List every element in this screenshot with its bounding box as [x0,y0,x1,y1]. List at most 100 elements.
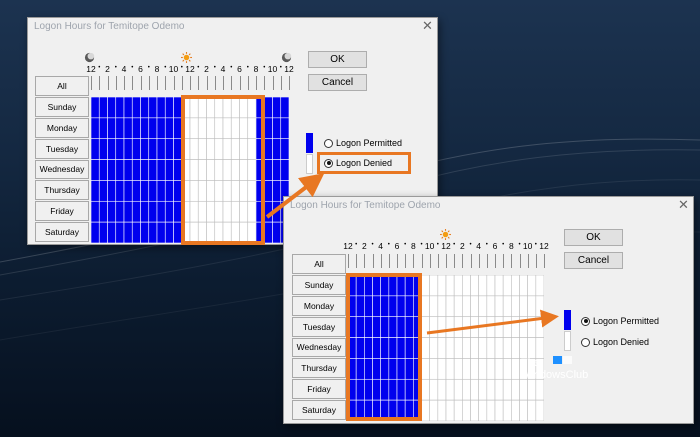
hour-cell[interactable] [486,316,496,338]
hour-cell[interactable] [156,200,166,223]
hour-cell[interactable] [429,295,439,318]
hour-column-tick[interactable] [535,254,537,268]
hour-column-tick[interactable] [272,76,274,90]
hour-cell[interactable] [164,221,174,243]
day-button-saturday[interactable]: Saturday [35,222,89,242]
hour-cell[interactable] [131,97,141,119]
hour-cell[interactable] [462,358,471,380]
logon-denied-radio[interactable]: Logon Denied [581,337,649,347]
hour-cell[interactable] [445,358,455,380]
hour-cell[interactable] [511,399,520,421]
hour-cell[interactable] [123,138,133,160]
hour-cell[interactable] [98,117,108,140]
hour-cell[interactable] [502,316,512,338]
hour-cell[interactable] [164,138,174,160]
hour-column-tick[interactable] [173,76,175,90]
hour-cell[interactable] [453,337,463,359]
hour-cell[interactable] [156,159,166,181]
hour-cell[interactable] [148,138,158,160]
hour-column-tick[interactable] [437,254,439,268]
hour-cell[interactable] [535,316,544,338]
hour-cell[interactable] [91,97,100,119]
hour-cell[interactable] [478,275,488,297]
hour-cell[interactable] [148,200,158,223]
hour-cell[interactable] [511,337,520,359]
hour-cell[interactable] [156,117,166,140]
hour-column-tick[interactable] [421,254,423,268]
hour-cell[interactable] [131,117,141,140]
hour-cell[interactable] [453,358,463,380]
hour-cell[interactable] [494,337,504,359]
hour-cell[interactable] [437,316,447,338]
hour-cell[interactable] [140,200,150,223]
hour-cell[interactable] [527,275,537,297]
hour-cell[interactable] [164,200,174,223]
hour-cell[interactable] [437,378,447,401]
hour-cell[interactable] [263,117,273,140]
hour-cell[interactable] [502,399,512,421]
hour-column-tick[interactable] [115,76,117,90]
day-button-monday[interactable]: Monday [292,295,346,316]
hour-cell[interactable] [91,159,100,181]
hour-cell[interactable] [429,399,439,421]
hour-cell[interactable] [429,275,439,297]
hour-cell[interactable] [462,275,471,297]
hour-cell[interactable] [478,378,488,401]
hour-cell[interactable] [470,378,479,401]
day-button-sunday[interactable]: Sunday [35,97,89,117]
hour-cell[interactable] [263,221,273,243]
hour-cell[interactable] [91,117,100,140]
hour-column-tick[interactable] [289,76,290,90]
hour-cell[interactable] [494,399,504,421]
hour-cell[interactable] [445,399,455,421]
hour-cell[interactable] [486,378,496,401]
hour-cell[interactable] [148,159,158,181]
hour-cell[interactable] [131,180,141,202]
hour-cell[interactable] [519,337,528,359]
hour-cell[interactable] [115,180,125,202]
hour-cell[interactable] [486,275,496,297]
hour-cell[interactable] [486,358,496,380]
ok-button[interactable]: OK [308,51,367,68]
hour-cell[interactable] [280,138,289,160]
hour-cell[interactable] [98,138,108,160]
hour-cell[interactable] [115,159,125,181]
hour-cell[interactable] [470,316,479,338]
hour-cell[interactable] [478,358,488,380]
hour-column-tick[interactable] [429,254,431,268]
hour-cell[interactable] [519,399,528,421]
hour-cell[interactable] [511,316,520,338]
hour-cell[interactable] [164,97,174,119]
hour-column-tick[interactable] [364,254,366,268]
hour-cell[interactable] [115,221,125,243]
hour-cell[interactable] [421,399,430,421]
hour-cell[interactable] [527,399,537,421]
hour-cell[interactable] [535,378,544,401]
hour-cell[interactable] [502,358,512,380]
hour-cell[interactable] [164,180,174,202]
hour-cell[interactable] [91,180,100,202]
hour-cell[interactable] [527,295,537,318]
hour-column-tick[interactable] [256,76,257,90]
hour-column-tick[interactable] [397,254,398,268]
hour-cell[interactable] [280,117,289,140]
hour-cell[interactable] [272,117,282,140]
day-button-friday[interactable]: Friday [292,379,346,400]
hour-column-tick[interactable] [372,254,374,268]
hour-cell[interactable] [115,138,125,160]
hour-cell[interactable] [107,117,117,140]
hour-cell[interactable] [98,180,108,202]
hour-cell[interactable] [156,138,166,160]
hour-cell[interactable] [478,316,488,338]
hour-cell[interactable] [429,337,439,359]
hour-column-tick[interactable] [519,254,521,268]
hour-column-tick[interactable] [380,254,382,268]
day-button-saturday[interactable]: Saturday [292,400,346,420]
hour-cell[interactable] [123,97,133,119]
hour-cell[interactable] [453,378,463,401]
hour-cell[interactable] [272,200,282,223]
hour-cell[interactable] [140,159,150,181]
hour-cell[interactable] [535,399,544,421]
hour-cell[interactable] [535,275,544,297]
hour-cell[interactable] [453,316,463,338]
